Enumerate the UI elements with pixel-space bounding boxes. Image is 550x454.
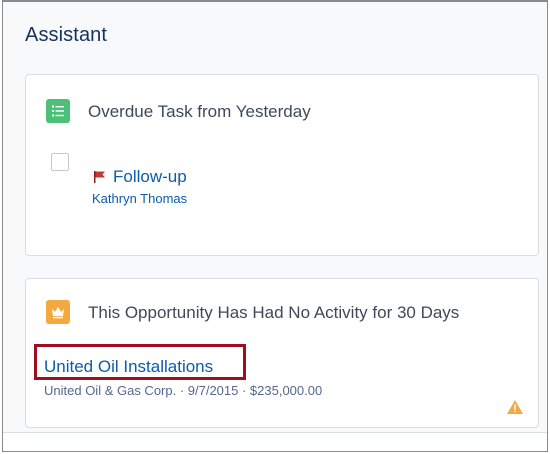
opportunity-name-link[interactable]: United Oil Installations xyxy=(44,357,213,377)
opportunity-crown-icon xyxy=(46,300,70,324)
opportunity-meta: United Oil & Gas Corp. · 9/7/2015 · $235… xyxy=(44,383,323,398)
card-title: Overdue Task from Yesterday xyxy=(88,102,311,121)
assistant-panel: Assistant Overdue Task from Yesterday Fo… xyxy=(2,0,548,452)
task-subject-link[interactable]: Follow-up xyxy=(113,167,187,187)
flag-icon xyxy=(92,169,108,185)
task-list-icon xyxy=(46,99,70,123)
overdue-task-card: Overdue Task from Yesterday Follow-up Ka… xyxy=(25,74,539,256)
task-owner-link[interactable]: Kathryn Thomas xyxy=(92,191,187,206)
card-title: This Opportunity Has Had No Activity for… xyxy=(88,303,460,322)
panel-title: Assistant xyxy=(25,24,108,46)
warning-icon xyxy=(506,399,524,415)
opportunity-inactivity-card: This Opportunity Has Had No Activity for… xyxy=(25,278,539,428)
task-complete-checkbox[interactable] xyxy=(51,153,69,171)
